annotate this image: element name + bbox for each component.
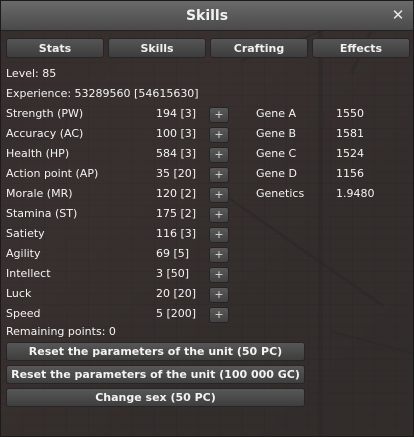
increase-action-point-button[interactable]: + (209, 167, 229, 183)
window-titlebar[interactable]: Skills ✕ (1, 1, 413, 31)
level-text: Level: 85 (6, 67, 57, 80)
stat-name: Health (HP) (6, 147, 70, 160)
stat-row-satiety: Satiety 116 [3] + (6, 224, 231, 244)
stat-name: Morale (MR) (6, 187, 73, 200)
stat-row-luck: Luck 20 [20] + (6, 284, 231, 304)
gene-row-c: Gene C 1524 (256, 144, 406, 164)
stat-name: Intellect (6, 267, 51, 280)
tab-stats[interactable]: Stats (6, 38, 104, 58)
increase-morale-button[interactable]: + (209, 187, 229, 203)
increase-strength-button[interactable]: + (209, 107, 229, 123)
increase-luck-button[interactable]: + (209, 287, 229, 303)
tab-crafting[interactable]: Crafting (210, 38, 308, 58)
gene-name: Gene C (256, 147, 297, 160)
close-icon[interactable]: ✕ (389, 6, 407, 24)
increase-stamina-button[interactable]: + (209, 207, 229, 223)
stat-name: Speed (6, 307, 41, 320)
gene-name: Gene A (256, 107, 297, 120)
gene-value: 1550 (336, 107, 364, 120)
tab-effects[interactable]: Effects (312, 38, 410, 58)
stat-name: Satiety (6, 227, 45, 240)
stat-name: Agility (6, 247, 41, 260)
stat-value: 194 [3] (156, 107, 197, 120)
stat-name: Luck (6, 287, 32, 300)
stat-value: 584 [3] (156, 147, 197, 160)
gene-value: 1524 (336, 147, 364, 160)
stat-row-health: Health (HP) 584 [3] + (6, 144, 231, 164)
stat-value: 100 [3] (156, 127, 197, 140)
reset-parameters-pc-button[interactable]: Reset the parameters of the unit (50 PC) (6, 342, 305, 361)
gene-value: 1581 (336, 127, 364, 140)
gene-name: Gene B (256, 127, 297, 140)
stat-value: 5 [200] (156, 307, 197, 320)
stat-value: 175 [2] (156, 207, 197, 220)
increase-satiety-button[interactable]: + (209, 227, 229, 243)
remaining-points-text: Remaining points: 0 (6, 325, 116, 338)
tab-bar: Stats Skills Crafting Effects (6, 38, 410, 58)
increase-agility-button[interactable]: + (209, 247, 229, 263)
gene-row-d: Gene D 1156 (256, 164, 406, 184)
stat-row-speed: Speed 5 [200] + (6, 304, 231, 324)
stat-row-morale: Morale (MR) 120 [2] + (6, 184, 231, 204)
stat-value: 120 [2] (156, 187, 197, 200)
gene-name: Gene D (256, 167, 297, 180)
tab-skills[interactable]: Skills (108, 38, 206, 58)
gene-row-a: Gene A 1550 (256, 104, 406, 124)
stat-value: 116 [3] (156, 227, 197, 240)
gene-row-genetics: Genetics 1.9480 (256, 184, 406, 204)
increase-speed-button[interactable]: + (209, 307, 229, 323)
increase-health-button[interactable]: + (209, 147, 229, 163)
stat-row-intellect: Intellect 3 [50] + (6, 264, 231, 284)
gene-row-b: Gene B 1581 (256, 124, 406, 144)
window-title: Skills (185, 7, 229, 24)
gene-name: Genetics (256, 187, 305, 200)
stat-value: 3 [50] (156, 267, 190, 280)
stat-value: 20 [20] (156, 287, 197, 300)
gene-value: 1156 (336, 167, 364, 180)
increase-accuracy-button[interactable]: + (209, 127, 229, 143)
stat-row-action-point: Action point (AP) 35 [20] + (6, 164, 231, 184)
stat-name: Accuracy (AC) (6, 127, 84, 140)
reset-parameters-gc-button[interactable]: Reset the parameters of the unit (100 00… (6, 365, 305, 384)
stat-value: 69 [5] (156, 247, 190, 260)
stat-name: Action point (AP) (6, 167, 99, 180)
stat-value: 35 [20] (156, 167, 197, 180)
stat-name: Stamina (ST) (6, 207, 78, 220)
stat-row-strength: Strength (PW) 194 [3] + (6, 104, 231, 124)
stat-row-agility: Agility 69 [5] + (6, 244, 231, 264)
experience-text: Experience: 53289560 [54615630] (6, 87, 199, 100)
stat-row-stamina: Stamina (ST) 175 [2] + (6, 204, 231, 224)
skills-window: Skills ✕ Stats Skills Crafting Effects L… (0, 0, 414, 437)
stat-row-accuracy: Accuracy (AC) 100 [3] + (6, 124, 231, 144)
increase-intellect-button[interactable]: + (209, 267, 229, 283)
gene-value: 1.9480 (336, 187, 375, 200)
stat-name: Strength (PW) (6, 107, 84, 120)
change-sex-button[interactable]: Change sex (50 PC) (6, 388, 305, 407)
